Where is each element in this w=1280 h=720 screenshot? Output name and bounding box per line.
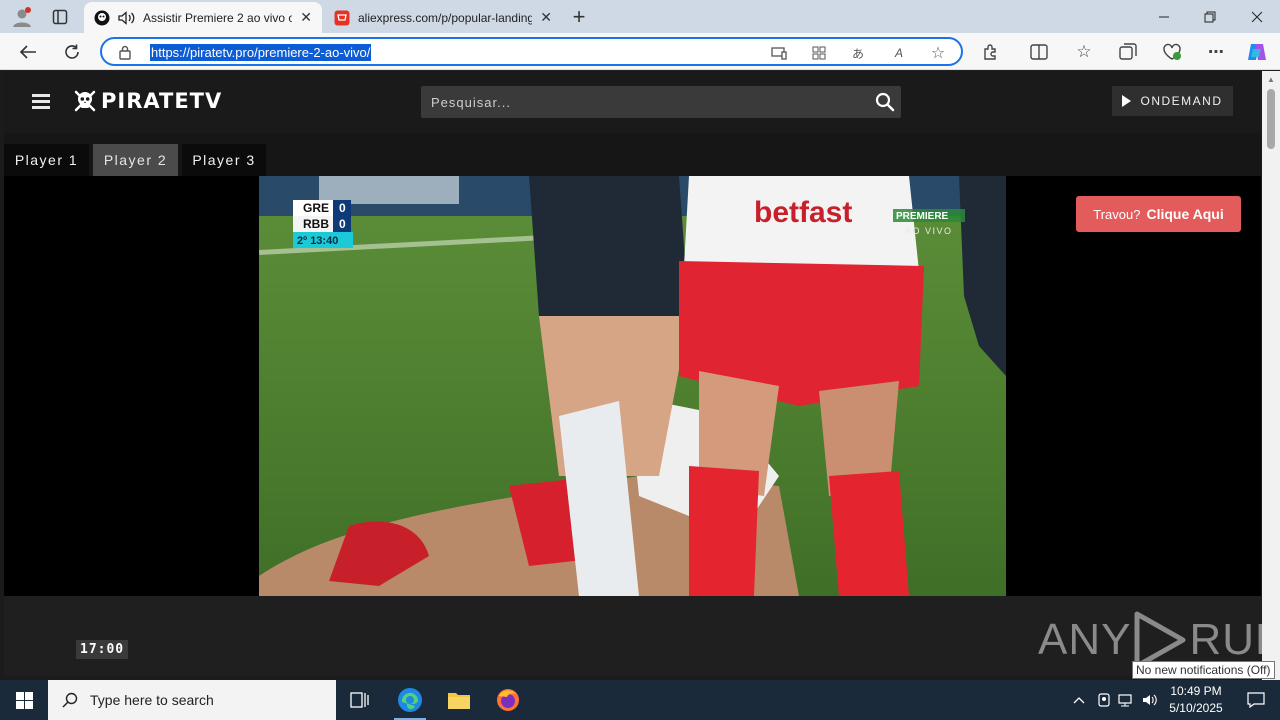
scoreboard-home-team: GRE xyxy=(303,201,329,215)
tab-actions-icon[interactable] xyxy=(48,5,72,29)
taskbar-search[interactable]: Type here to search xyxy=(48,680,336,720)
play-icon xyxy=(1122,95,1132,107)
url-text[interactable]: https://piratetv.pro/premiere-2-ao-vivo/ xyxy=(150,44,372,61)
player-tab-3[interactable]: Player 3 xyxy=(182,144,266,176)
video-player-area: betfast GRE 0 RBB 0 2º 13:40 PREMIERE AO… xyxy=(4,176,1261,596)
ondemand-label: ONDEMAND xyxy=(1140,94,1223,108)
edge-taskbar-icon[interactable] xyxy=(386,680,434,720)
channel-sub: AO VIVO xyxy=(905,226,953,236)
close-window-icon[interactable] xyxy=(1234,0,1280,33)
scoreboard-away-team: RBB xyxy=(303,217,329,231)
browser-tab-bar: Assistir Premiere 2 ao vivo on ✕ aliexpr… xyxy=(0,0,1280,33)
task-view-icon[interactable] xyxy=(336,680,384,720)
taskbar-clock[interactable]: 10:49 PM 5/10/2025 xyxy=(1160,683,1232,717)
firefox-icon[interactable] xyxy=(484,680,532,720)
copilot-icon[interactable] xyxy=(1246,41,1268,63)
site-search xyxy=(421,86,901,118)
apps-grid-icon[interactable] xyxy=(810,44,828,62)
volume-icon[interactable] xyxy=(1140,680,1160,720)
logo-text: PIRATETV xyxy=(101,89,223,113)
scroll-up-icon[interactable]: ▲ xyxy=(1266,75,1276,85)
restore-icon[interactable] xyxy=(1187,0,1233,33)
collections-icon[interactable] xyxy=(1117,41,1139,63)
refresh-icon[interactable] xyxy=(58,39,86,65)
tab-title: Assistir Premiere 2 ao vivo on xyxy=(143,10,293,25)
split-screen-icon[interactable] xyxy=(1028,41,1050,63)
player-tab-2[interactable]: Player 2 xyxy=(93,144,178,176)
scroll-thumb[interactable] xyxy=(1267,89,1275,149)
minimize-icon[interactable] xyxy=(1141,0,1187,33)
stuck-label: Clique Aqui xyxy=(1146,206,1224,222)
ondemand-button[interactable]: ONDEMAND xyxy=(1112,86,1233,116)
app-available-icon[interactable] xyxy=(770,44,788,62)
video-stream[interactable]: betfast GRE 0 RBB 0 2º 13:40 PREMIERE AO… xyxy=(259,176,1006,596)
more-menu-icon[interactable]: ⋯ xyxy=(1205,41,1227,63)
channel-name: PREMIERE xyxy=(896,211,949,222)
scoreboard-time: 2º 13:40 xyxy=(297,235,338,247)
aliexpress-favicon-icon xyxy=(334,10,350,25)
tray-chevron-icon[interactable] xyxy=(1068,680,1090,720)
bottom-strip: 17:00 ANY RUN xyxy=(4,596,1280,676)
translate-icon[interactable]: あ xyxy=(849,44,867,62)
skull-logo-icon xyxy=(74,90,96,112)
player-selector: Player 1 Player 2 Player 3 xyxy=(4,133,1261,176)
piratetv-page: PIRATETV ONDEMAND Player 1 Player 2 Play… xyxy=(4,71,1280,676)
lock-icon[interactable] xyxy=(119,45,131,60)
tab-title: aliexpress.com/p/popular-landing xyxy=(358,10,533,25)
browser-essentials-icon[interactable] xyxy=(1161,41,1183,63)
search-input[interactable] xyxy=(421,86,861,118)
tab-piratetv[interactable]: Assistir Premiere 2 ao vivo on ✕ xyxy=(84,2,322,33)
scoreboard-away-score: 0 xyxy=(339,217,346,231)
network-icon[interactable] xyxy=(1116,680,1136,720)
site-header: PIRATETV ONDEMAND xyxy=(4,71,1261,133)
close-tab-icon[interactable]: ✕ xyxy=(300,9,312,26)
schedule-time-badge: 17:00 xyxy=(76,640,129,659)
sponsor-text: betfast xyxy=(754,196,852,229)
taskbar-time: 10:49 PM xyxy=(1170,684,1222,698)
profile-icon[interactable] xyxy=(10,5,34,29)
tab-aliexpress[interactable]: aliexpress.com/p/popular-landing ✕ xyxy=(324,2,562,33)
watermark-left: ANY xyxy=(1038,615,1132,664)
player-tab-1[interactable]: Player 1 xyxy=(4,144,89,176)
read-aloud-icon[interactable]: A xyxy=(890,44,908,62)
piratetv-logo[interactable]: PIRATETV xyxy=(73,89,222,113)
taskbar-date: 5/10/2025 xyxy=(1169,701,1223,715)
browser-toolbar: https://piratetv.pro/premiere-2-ao-vivo/… xyxy=(0,33,1280,70)
meet-now-icon[interactable] xyxy=(1094,680,1114,720)
pirate-favicon-icon xyxy=(94,10,110,25)
favorites-icon[interactable]: ☆ xyxy=(1073,41,1095,63)
back-arrow-icon[interactable] xyxy=(14,39,42,65)
page-scrollbar[interactable]: ▲ ▼ xyxy=(1262,71,1280,680)
speaker-icon[interactable] xyxy=(118,10,135,25)
search-icon xyxy=(62,692,78,708)
notification-tooltip: No new notifications (Off) xyxy=(1132,661,1275,679)
stuck-help-button[interactable]: Travou? Clique Aqui xyxy=(1076,196,1241,232)
address-bar[interactable]: https://piratetv.pro/premiere-2-ao-vivo/… xyxy=(100,37,963,66)
start-button[interactable] xyxy=(0,680,48,720)
windows-logo-icon xyxy=(15,691,33,709)
page-viewport: PIRATETV ONDEMAND Player 1 Player 2 Play… xyxy=(0,71,1280,680)
hamburger-menu-icon[interactable] xyxy=(32,94,50,109)
search-icon[interactable] xyxy=(875,92,895,112)
video-frame: betfast GRE 0 RBB 0 2º 13:40 PREMIERE AO… xyxy=(259,176,1006,596)
scoreboard-home-score: 0 xyxy=(339,201,346,215)
stuck-prefix: Travou? xyxy=(1093,206,1141,222)
taskbar-search-placeholder: Type here to search xyxy=(90,692,214,708)
notification-center-icon[interactable] xyxy=(1232,680,1280,720)
new-tab-icon[interactable]: + xyxy=(567,4,591,29)
windows-taskbar: Type here to search 10:49 PM 5/10/2025 xyxy=(0,680,1280,720)
file-explorer-icon[interactable] xyxy=(435,680,483,720)
extensions-puzzle-icon[interactable] xyxy=(980,41,1002,63)
favorite-star-icon[interactable]: ☆ xyxy=(929,44,947,62)
close-tab-icon[interactable]: ✕ xyxy=(540,9,552,26)
